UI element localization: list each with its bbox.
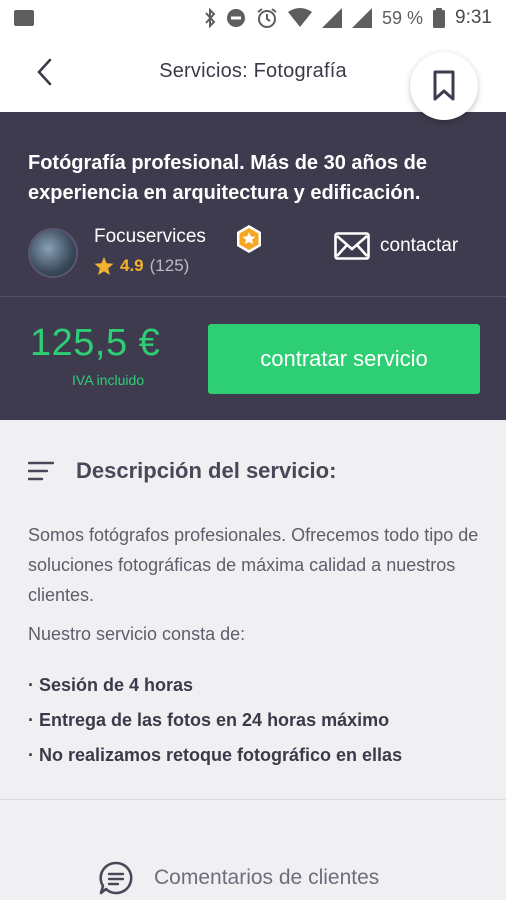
list-item: · Entrega de las fotos en 24 horas máxim… xyxy=(28,710,390,730)
description-header: Descripción del servicio: xyxy=(28,458,336,484)
bookmark-button[interactable] xyxy=(410,52,478,120)
signal-icon-2 xyxy=(351,8,372,28)
status-bar: 59 % 9:31 xyxy=(0,0,506,36)
app-bar: Servicios: Fotografía xyxy=(0,36,506,120)
signal-icon xyxy=(321,8,342,28)
comments-label: Comentarios de clientes xyxy=(154,866,380,889)
mail-icon xyxy=(334,232,370,260)
clock: 9:31 xyxy=(455,7,492,28)
service-bullets: · Sesión de 4 horas · Entrega de las fot… xyxy=(28,668,402,773)
avatar[interactable] xyxy=(28,228,78,278)
description-subtitle: Nuestro servicio consta de: xyxy=(28,624,246,644)
divider xyxy=(0,296,506,297)
verified-badge-icon xyxy=(237,225,261,253)
rating: 4.9 (125) xyxy=(94,256,189,276)
comments-section: Comentarios de clientes xyxy=(0,800,506,900)
bookmark-icon xyxy=(433,70,455,101)
list-item: · No realizamos retoque fotográfico en e… xyxy=(28,745,403,765)
status-icons: 59 % 9:31 xyxy=(204,7,492,29)
price: 125,5 € xyxy=(30,322,161,364)
comments-link[interactable]: Comentarios de clientes xyxy=(98,860,379,896)
hire-service-button[interactable]: contratar servicio xyxy=(208,324,480,394)
service-headline: Fotógrafía profesional. Más de 30 años d… xyxy=(28,152,427,204)
contact-label: contactar xyxy=(380,235,459,256)
alarm-icon xyxy=(257,8,277,28)
description-text: Somos fotógrafos profesionales. Ofrecemo… xyxy=(28,525,479,605)
vat-note: IVA incluido xyxy=(72,372,145,388)
contact-button[interactable]: contactar xyxy=(334,232,458,260)
wifi-icon xyxy=(287,8,312,27)
chat-bubble-icon xyxy=(99,861,133,895)
dnd-icon xyxy=(226,9,245,27)
description-title: Descripción del servicio: xyxy=(76,458,337,483)
review-count: (125) xyxy=(149,256,190,275)
provider-row: Focuservices 4.9 (125) contactar xyxy=(28,224,480,280)
bluetooth-icon xyxy=(205,8,216,28)
provider-panel: Fotógrafía profesional. Más de 30 años d… xyxy=(0,112,506,420)
provider-name[interactable]: Focuservices xyxy=(94,226,206,248)
rating-score: 4.9 xyxy=(120,256,144,275)
menu-lines-icon xyxy=(28,461,54,481)
battery-percent: 59 % xyxy=(381,7,424,28)
list-item: · Sesión de 4 horas xyxy=(28,675,194,695)
battery-icon xyxy=(433,8,446,28)
star-icon xyxy=(94,256,114,275)
image-icon xyxy=(14,10,34,26)
description-section: Descripción del servicio: Somos fotógraf… xyxy=(0,420,506,800)
